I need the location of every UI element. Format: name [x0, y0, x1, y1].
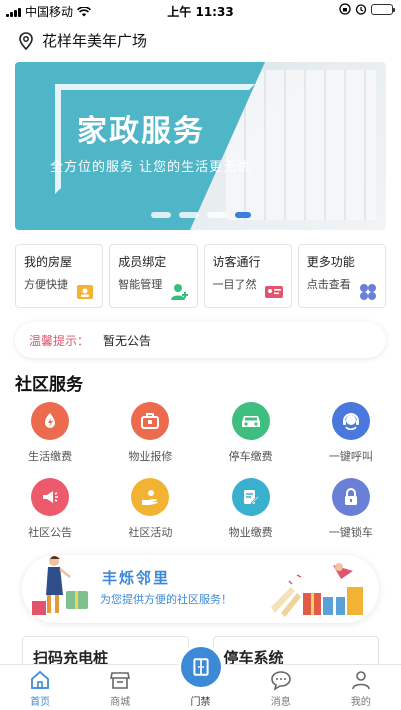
quick-cards: 我的房屋 方便快捷 成员绑定 智能管理 访客通行 一目了然 更多功能 点击查看 [15, 244, 386, 308]
service-label: 物业缴费 [228, 526, 273, 539]
service-icon-bg [31, 402, 70, 440]
notice-bar[interactable]: 温馨提示： 暂无公告 [15, 322, 386, 358]
id-card-icon [264, 286, 283, 298]
banner-dot-active[interactable] [234, 212, 251, 218]
car-icon [241, 416, 260, 427]
person-icon [352, 671, 370, 690]
megaphone-icon [43, 491, 59, 503]
notice-tag: 温馨提示： [29, 333, 90, 348]
banner-title: 家政服务 [77, 114, 205, 149]
card-more-functions[interactable]: 更多功能 点击查看 [297, 244, 386, 308]
tab-label: 我的 [350, 697, 371, 708]
service-grid: 生活缴费 物业报修 停车缴费 一键呼叫 社区公告 社区活动 物业缴费 一键锁车 [0, 402, 401, 540]
service-icon-bg [31, 478, 70, 516]
service-label: 停车缴费 [228, 450, 273, 463]
service-label: 生活缴费 [28, 450, 73, 463]
tab-label: 首页 [30, 697, 51, 708]
door-access-button[interactable] [180, 647, 221, 687]
tab-label: 商城 [110, 697, 131, 708]
service-icon-bg [231, 478, 270, 516]
service-icon-bg [331, 402, 370, 440]
add-user-icon [170, 284, 188, 300]
promo-subtitle: 为您提供方便的社区服务！ [100, 593, 232, 606]
service-label: 社区公告 [28, 526, 73, 539]
chat-icon [270, 671, 291, 691]
status-right [339, 3, 395, 15]
service-property-payment[interactable]: 物业缴费 [201, 478, 301, 540]
tab-label: 消息 [270, 697, 291, 708]
gift-boxes-illustration [271, 563, 363, 617]
service-icon-bg [331, 478, 370, 516]
lightning-icon [45, 413, 56, 428]
location-pin-icon [19, 31, 33, 50]
house-card-icon [77, 285, 94, 299]
shopping-woman-illustration [32, 556, 88, 615]
card-title: 我的房屋 [24, 255, 73, 269]
promo-title: 丰烁邻里 [102, 569, 171, 587]
tab-profile[interactable]: 我的 [321, 665, 401, 710]
toolbox-icon [141, 413, 160, 429]
service-label: 物业报修 [128, 450, 173, 463]
card-visitor-pass[interactable]: 访客通行 一目了然 [203, 244, 292, 308]
card-title: 更多功能 [306, 255, 355, 269]
promo-banner[interactable]: 家政服务 全方位的服务 让您的生活更无忧 [15, 62, 386, 230]
neighborhood-promo[interactable]: 丰烁邻里 为您提供方便的社区服务！ [22, 555, 379, 623]
service-icon-bg [231, 402, 270, 440]
banner-dot[interactable] [206, 212, 227, 218]
service-label: 一键锁车 [328, 526, 373, 539]
service-label: 一键呼叫 [328, 450, 373, 463]
alarm-icon [355, 4, 367, 15]
card-title: 访客通行 [212, 255, 261, 269]
tab-door-access[interactable]: 门禁 [160, 647, 240, 710]
service-label: 社区活动 [128, 526, 173, 539]
card-title: 成员绑定 [118, 255, 167, 269]
bill-edit-icon [243, 490, 260, 505]
banner-pagination [15, 212, 386, 218]
status-bar: 中国移动 上午 11:33 [0, 0, 401, 20]
activity-hand-icon [142, 490, 159, 505]
section-title: 社区服务 [15, 375, 83, 395]
card-my-house[interactable]: 我的房屋 方便快捷 [15, 244, 104, 308]
tab-shop[interactable]: 商城 [80, 665, 160, 710]
service-lock-car[interactable]: 一键锁车 [301, 478, 401, 540]
location-name: 花样年美年广场 [42, 32, 148, 50]
service-icon-bg [131, 478, 170, 516]
tab-messages[interactable]: 消息 [241, 665, 321, 710]
banner-subtitle: 全方位的服务 让您的生活更无忧 [50, 160, 252, 175]
service-one-key-call[interactable]: 一键呼叫 [301, 402, 401, 464]
service-parking-payment[interactable]: 停车缴费 [201, 402, 301, 464]
location-selector[interactable]: 花样年美年广场 [18, 30, 147, 51]
shop-icon [110, 672, 131, 689]
tab-label: 门禁 [190, 697, 211, 708]
service-repair[interactable]: 物业报修 [100, 402, 200, 464]
service-announcement[interactable]: 社区公告 [0, 478, 100, 540]
card-member-binding[interactable]: 成员绑定 智能管理 [109, 244, 198, 308]
tab-bar: 首页 商城 门禁 消息 我的 [0, 647, 401, 710]
notice-message: 暂无公告 [103, 333, 152, 348]
service-icon-bg [131, 402, 170, 440]
battery-icon [371, 3, 395, 15]
banner-dot[interactable] [178, 212, 199, 218]
lock-icon [344, 488, 357, 505]
service-activity[interactable]: 社区活动 [100, 478, 200, 540]
home-icon [31, 670, 49, 689]
door-icon [192, 658, 209, 676]
app-screen: 中国移动 上午 11:33 花样年美年广场 家政服务 全方位的服务 让您的生活更… [0, 0, 401, 710]
banner-dot[interactable] [150, 212, 171, 218]
headset-icon [342, 413, 359, 431]
service-life-payment[interactable]: 生活缴费 [0, 402, 100, 464]
tab-home[interactable]: 首页 [0, 665, 80, 710]
grid-more-icon [360, 284, 376, 300]
lock-rotation-icon [339, 3, 351, 15]
